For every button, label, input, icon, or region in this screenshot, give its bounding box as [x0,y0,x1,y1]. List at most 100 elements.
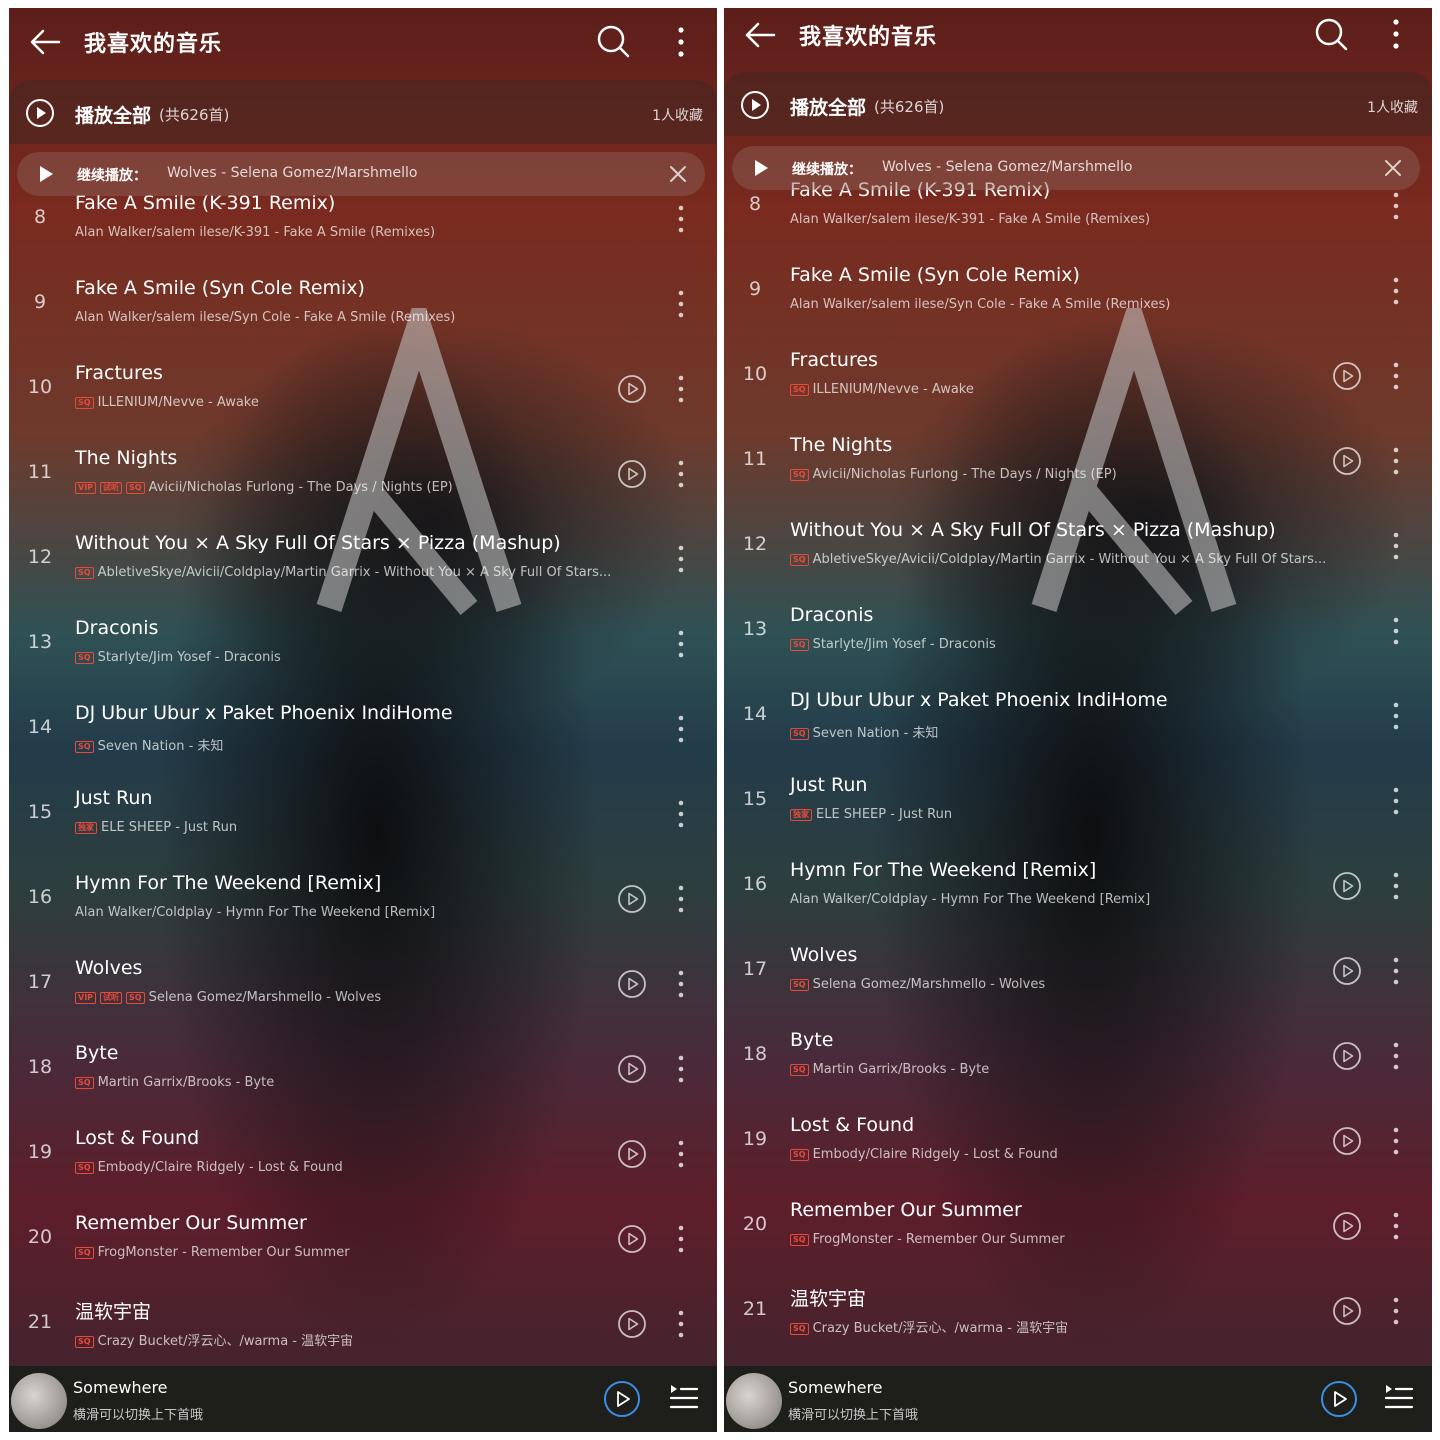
play-circle-icon[interactable] [603,1380,641,1418]
more-options-icon[interactable] [1384,14,1408,54]
play-icon[interactable] [37,165,55,183]
more-vertical-icon[interactable] [671,457,691,491]
mv-play-icon[interactable] [1332,1126,1362,1156]
track-row[interactable]: 9 Fake A Smile (Syn Cole Remix) Alan Walke… [724,250,1432,335]
more-vertical-icon[interactable] [1386,1209,1406,1243]
more-vertical-icon[interactable] [1386,359,1406,393]
mv-play-icon[interactable] [617,374,647,404]
more-vertical-icon[interactable] [671,542,691,576]
play-circle-icon[interactable] [25,98,55,128]
play-icon[interactable] [752,159,770,177]
track-row[interactable]: 12 Without You × A Sky Full Of Stars × Pi… [724,505,1432,590]
back-arrow-icon[interactable] [742,17,778,53]
track-row[interactable]: 11 The Nights VIP 试听 SQ Avicii/Nicholas Furlo… [9,433,717,518]
more-vertical-icon[interactable] [1386,954,1406,988]
track-row[interactable]: 10 Fractures SQ ILLENIUM/Nevve - Awake [724,335,1432,420]
search-icon[interactable] [594,22,632,60]
track-row[interactable]: 18 Byte SQ Martin Garrix/Brooks - Byte [9,1028,717,1113]
more-vertical-icon[interactable] [671,1052,691,1086]
more-vertical-icon[interactable] [1386,444,1406,478]
more-vertical-icon[interactable] [1386,1039,1406,1073]
track-row[interactable]: 19 Lost & Found SQ Embody/Claire Ridgely - … [724,1100,1432,1185]
track-row[interactable]: 9 Fake A Smile (Syn Cole Remix) Alan Walke… [9,263,717,348]
mv-play-icon[interactable] [617,1139,647,1169]
now-playing-bar[interactable]: Somewhere 横滑可以切换上下首哦 [9,1366,717,1432]
track-row[interactable]: 13 Draconis SQ Starlyte/Jim Yosef - Draconi… [9,603,717,688]
playlist-icon[interactable] [669,1381,699,1413]
more-vertical-icon[interactable] [1386,274,1406,308]
track-row[interactable]: 18 Byte SQ Martin Garrix/Brooks - Byte [724,1015,1432,1100]
track-row[interactable]: 15 Just Run 独家 ELE SHEEP - Just Run [9,773,717,858]
more-vertical-icon[interactable] [671,202,691,236]
mv-play-icon[interactable] [1332,1041,1362,1071]
play-all-row[interactable]: 播放全部 (共626首) 1人收藏 [9,80,717,144]
more-vertical-icon[interactable] [671,1137,691,1171]
mv-play-icon[interactable] [1332,361,1362,391]
track-row[interactable]: 10 Fractures SQ ILLENIUM/Nevve - Awake [9,348,717,433]
more-options-icon[interactable] [669,22,693,62]
album-art[interactable] [726,1373,782,1429]
track-artist-album: SQ Embody/Claire Ridgely - Lost & Found [790,1147,1058,1162]
mv-play-icon[interactable] [617,459,647,489]
more-vertical-icon[interactable] [671,1222,691,1256]
more-vertical-icon[interactable] [671,967,691,1001]
more-vertical-icon[interactable] [1386,699,1406,733]
track-row[interactable]: 12 Without You × A Sky Full Of Stars × Pi… [9,518,717,603]
track-row[interactable]: 16 Hymn For The Weekend [Remix] Alan Walke… [724,845,1432,930]
track-row[interactable]: 20 Remember Our Summer SQ FrogMonster - Rem… [724,1185,1432,1270]
more-vertical-icon[interactable] [1386,529,1406,563]
more-vertical-icon[interactable] [671,627,691,661]
album-art[interactable] [11,1373,67,1429]
search-icon[interactable] [1312,15,1350,53]
track-row[interactable]: 20 Remember Our Summer SQ FrogMonster - Rem… [9,1198,717,1283]
play-circle-icon[interactable] [740,90,770,120]
mv-play-icon[interactable] [617,1054,647,1084]
more-vertical-icon[interactable] [1386,189,1406,223]
more-vertical-icon[interactable] [1386,614,1406,648]
track-row[interactable]: 21 温软宇宙 SQ Crazy Bucket/浮云心、/warma - 温软宇宙 [724,1270,1432,1355]
close-icon[interactable] [1382,157,1404,179]
track-row[interactable]: 13 Draconis SQ Starlyte/Jim Yosef - Draconi… [724,590,1432,675]
more-vertical-icon[interactable] [1386,1294,1406,1328]
track-number: 10 [27,376,53,398]
back-arrow-icon[interactable] [27,24,63,60]
mv-play-icon[interactable] [617,1224,647,1254]
more-vertical-icon[interactable] [671,1307,691,1341]
more-vertical-icon[interactable] [1386,869,1406,903]
track-subtitle-text: ELE SHEEP - Just Run [101,820,238,835]
track-row[interactable]: 21 温软宇宙 SQ Crazy Bucket/浮云心、/warma - 温软宇宙 [9,1283,717,1368]
play-all-label[interactable]: 播放全部 [790,93,866,120]
track-title: Byte [790,1029,834,1051]
track-row[interactable]: 17 Wolves SQ Selena Gomez/Marshmello - Wolv… [724,930,1432,1015]
track-row[interactable]: 14 DJ Ubur Ubur x Paket Phoenix IndiHome S… [724,675,1432,760]
more-vertical-icon[interactable] [671,797,691,831]
play-circle-icon[interactable] [1320,1380,1358,1418]
close-icon[interactable] [667,163,689,185]
resume-playback-bar[interactable]: 继续播放： Wolves - Selena Gomez/Marshmello [732,146,1420,190]
track-row[interactable]: 11 The Nights SQ Avicii/Nicholas Furlong - … [724,420,1432,505]
track-row[interactable]: 19 Lost & Found SQ Embody/Claire Ridgely - … [9,1113,717,1198]
track-row[interactable]: 15 Just Run 独家 ELE SHEEP - Just Run [724,760,1432,845]
play-all-row[interactable]: 播放全部 (共626首) 1人收藏 [724,72,1432,136]
track-row[interactable]: 16 Hymn For The Weekend [Remix] Alan Walke… [9,858,717,943]
more-vertical-icon[interactable] [671,287,691,321]
mv-play-icon[interactable] [1332,446,1362,476]
playlist-icon[interactable] [1384,1381,1414,1413]
mv-play-icon[interactable] [1332,1296,1362,1326]
mv-play-icon[interactable] [617,884,647,914]
play-all-label[interactable]: 播放全部 [75,101,151,128]
more-vertical-icon[interactable] [1386,784,1406,818]
mv-play-icon[interactable] [617,969,647,999]
mv-play-icon[interactable] [1332,1211,1362,1241]
mv-play-icon[interactable] [1332,871,1362,901]
mv-play-icon[interactable] [1332,956,1362,986]
more-vertical-icon[interactable] [1386,1124,1406,1158]
track-row[interactable]: 17 Wolves VIP 试听 SQ Selena Gomez/Marshmello -… [9,943,717,1028]
more-vertical-icon[interactable] [671,372,691,406]
resume-playback-bar[interactable]: 继续播放： Wolves - Selena Gomez/Marshmello [17,152,705,196]
track-row[interactable]: 14 DJ Ubur Ubur x Paket Phoenix IndiHome S… [9,688,717,773]
more-vertical-icon[interactable] [671,712,691,746]
more-vertical-icon[interactable] [671,882,691,916]
now-playing-bar[interactable]: Somewhere 横滑可以切换上下首哦 [724,1366,1432,1432]
mv-play-icon[interactable] [617,1309,647,1339]
